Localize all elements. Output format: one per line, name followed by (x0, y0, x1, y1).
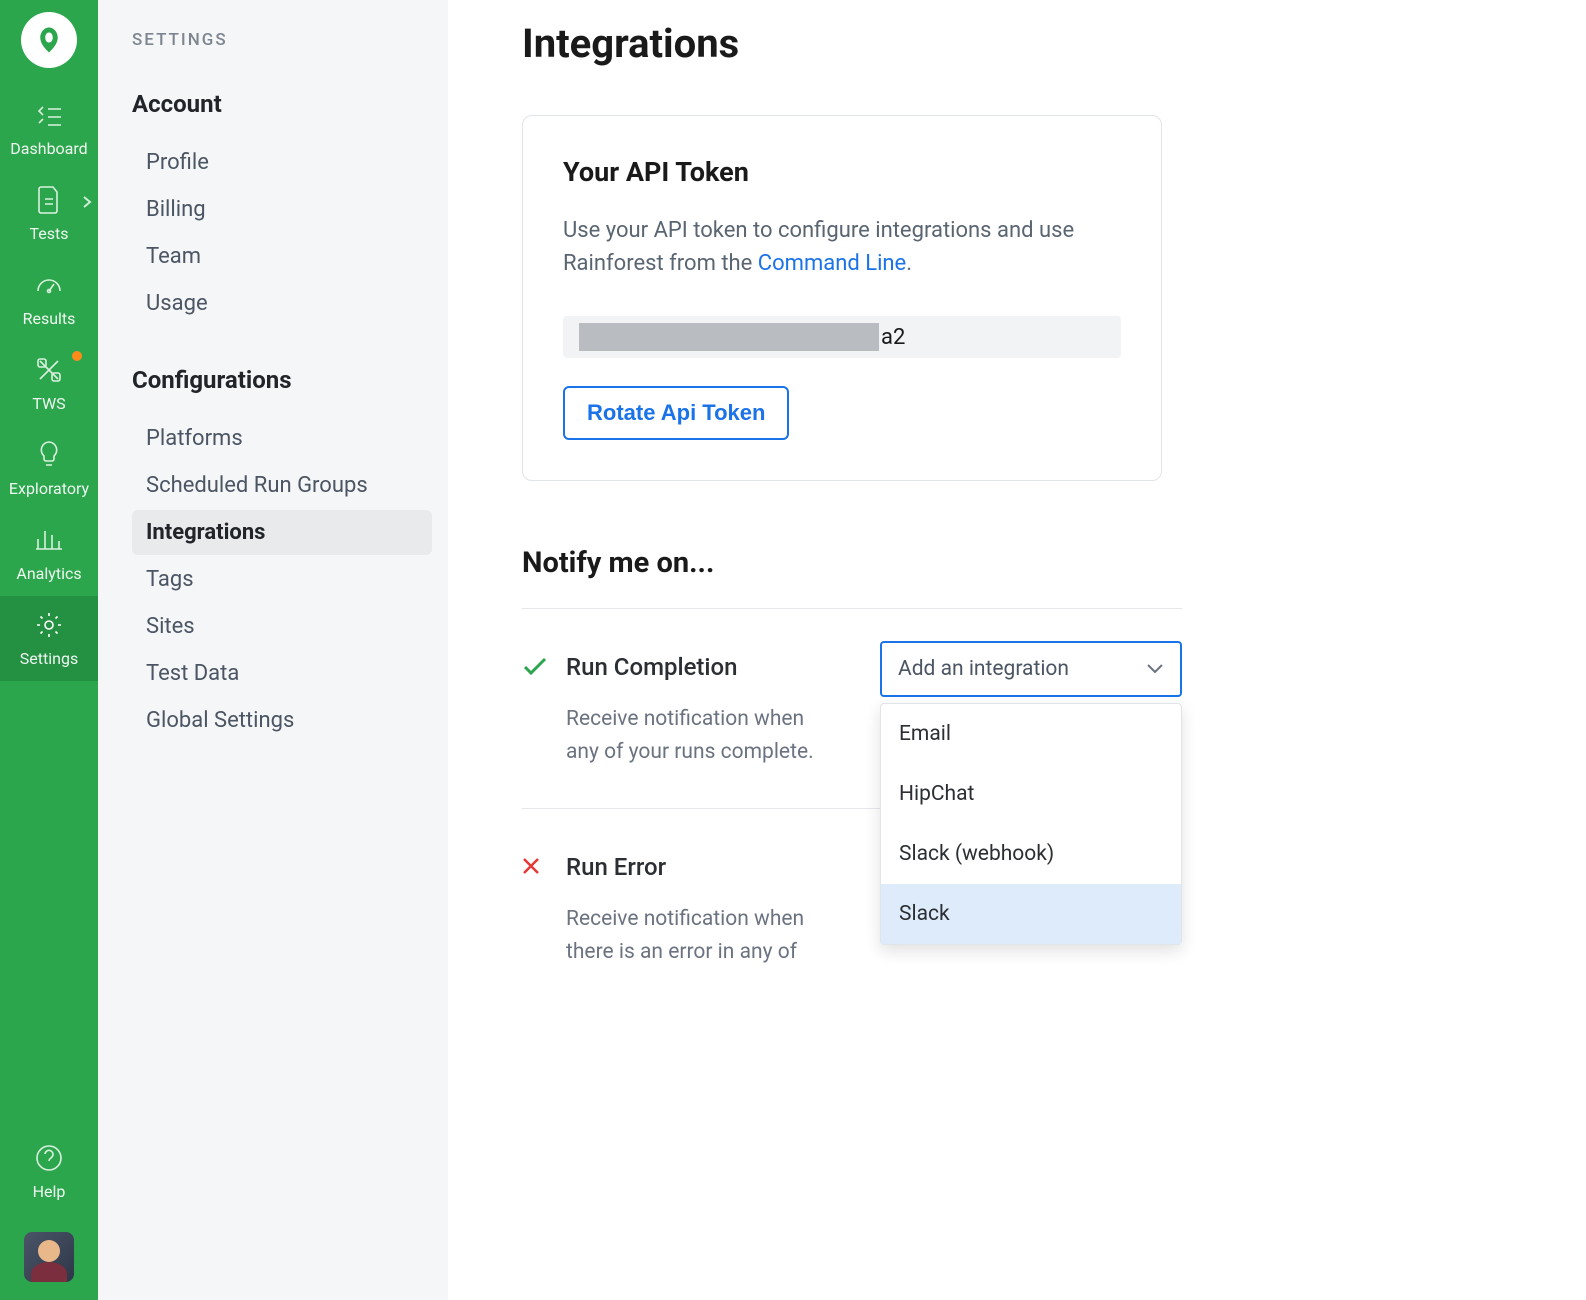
chevron-right-icon (82, 195, 92, 213)
settings-link-platforms[interactable]: Platforms (132, 416, 432, 461)
notify-item-title: Run Error (566, 853, 836, 881)
api-token-field[interactable]: a2 (563, 316, 1121, 358)
api-token-masked (579, 323, 879, 351)
rotate-api-token-button[interactable]: Rotate Api Token (563, 386, 789, 440)
dropdown-option-slack[interactable]: Slack (881, 884, 1181, 944)
integration-select-placeholder: Add an integration (898, 657, 1069, 681)
settings-link-team[interactable]: Team (132, 234, 432, 279)
settings-section-title: Account (132, 90, 448, 118)
settings-link-sites[interactable]: Sites (132, 604, 432, 649)
nav-label: Settings (20, 649, 78, 668)
settings-link-tags[interactable]: Tags (132, 557, 432, 602)
api-token-suffix: a2 (881, 325, 905, 350)
nav-item-results[interactable]: Results (0, 256, 98, 341)
dropdown-option-email[interactable]: Email (881, 704, 1181, 764)
tws-icon (33, 354, 65, 386)
notify-item-title: Run Completion (566, 653, 836, 681)
nav-item-analytics[interactable]: Analytics (0, 511, 98, 596)
nav-label: Tests (29, 224, 68, 243)
page-title: Integrations (522, 20, 1586, 67)
analytics-icon (33, 524, 65, 556)
nav-label: Results (23, 309, 76, 328)
nav-item-help[interactable]: Help (0, 1129, 98, 1214)
x-icon (522, 857, 552, 879)
settings-link-test-data[interactable]: Test Data (132, 651, 432, 696)
settings-link-billing[interactable]: Billing (132, 187, 432, 232)
api-token-desc-suffix: . (906, 251, 912, 276)
settings-section-account: Account Profile Billing Team Usage (132, 90, 448, 326)
nav-label: Help (33, 1182, 66, 1201)
settings-link-integrations[interactable]: Integrations (132, 510, 432, 555)
chevron-down-icon (1146, 657, 1164, 681)
nav-label: TWS (32, 394, 65, 413)
settings-link-usage[interactable]: Usage (132, 281, 432, 326)
notification-dot-icon (72, 351, 82, 361)
notify-item-run-completion: Run Completion Receive notification when… (522, 609, 1182, 808)
main-nav-sidebar: Dashboard Tests Results TWS Exploratory (0, 0, 98, 1300)
nav-item-exploratory[interactable]: Exploratory (0, 426, 98, 511)
results-icon (33, 269, 65, 301)
nav-item-settings[interactable]: Settings (0, 596, 98, 681)
tests-icon (33, 184, 65, 216)
gear-icon (33, 609, 65, 641)
nav-label: Dashboard (10, 139, 87, 158)
nav-label: Exploratory (9, 479, 89, 498)
logo[interactable] (21, 12, 77, 68)
settings-link-profile[interactable]: Profile (132, 140, 432, 185)
notify-section-title: Notify me on... (522, 546, 1586, 580)
settings-header: SETTINGS (132, 30, 448, 50)
settings-section-title: Configurations (132, 366, 448, 394)
settings-link-global-settings[interactable]: Global Settings (132, 698, 432, 743)
help-icon (33, 1142, 65, 1174)
avatar[interactable] (24, 1232, 74, 1282)
integration-select[interactable]: Add an integration (880, 641, 1182, 697)
settings-section-configurations: Configurations Platforms Scheduled Run G… (132, 366, 448, 743)
api-token-title: Your API Token (563, 156, 1121, 188)
nav-item-dashboard[interactable]: Dashboard (0, 86, 98, 171)
integration-select-wrap: Add an integration Email HipChat Slack (… (880, 641, 1182, 697)
nav-item-tests[interactable]: Tests (0, 171, 98, 256)
api-token-description: Use your API token to configure integrat… (563, 214, 1121, 280)
notify-item-description: Receive notification when there is an er… (566, 903, 836, 968)
nav-label: Analytics (16, 564, 81, 583)
integration-dropdown: Email HipChat Slack (webhook) Slack (880, 703, 1182, 945)
dashboard-icon (33, 99, 65, 131)
notify-item-description: Receive notification when any of your ru… (566, 703, 836, 768)
dropdown-option-hipchat[interactable]: HipChat (881, 764, 1181, 824)
check-icon (522, 657, 552, 681)
settings-sidebar: SETTINGS Account Profile Billing Team Us… (98, 0, 448, 1300)
command-line-link[interactable]: Command Line (758, 251, 906, 276)
main-content: Integrations Your API Token Use your API… (448, 0, 1586, 1300)
settings-link-scheduled-run-groups[interactable]: Scheduled Run Groups (132, 463, 432, 508)
dropdown-option-slack-webhook[interactable]: Slack (webhook) (881, 824, 1181, 884)
api-token-card: Your API Token Use your API token to con… (522, 115, 1162, 481)
nav-item-tws[interactable]: TWS (0, 341, 98, 426)
exploratory-icon (33, 439, 65, 471)
